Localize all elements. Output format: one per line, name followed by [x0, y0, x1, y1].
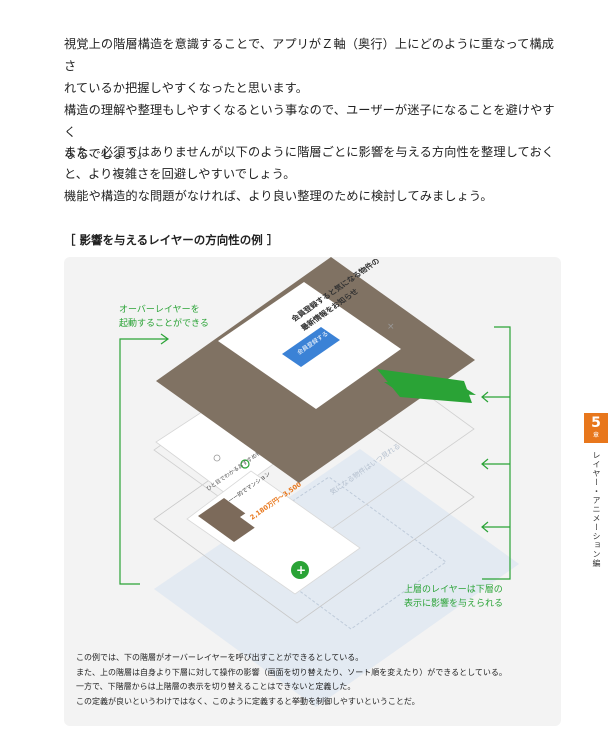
caption-line: また、上の階層は自身より下層に対して操作の影響（画面を切り替えたり、ソート順を変…: [76, 667, 507, 677]
text-line: 視覚上の階層構造を意識することで、アプリがＺ軸（奥行）上にどのように重なって構成…: [64, 37, 555, 73]
caption-line: この定義が良いというわけではなく、このように定義すると挙動を制御しやすいというこ…: [76, 696, 420, 706]
chapter-title: レイヤー・アニメーション編: [592, 451, 601, 568]
left-bracket: [119, 338, 167, 585]
note-bottom: 上層のレイヤーは下層の 表示に影響を与えられる: [404, 583, 503, 611]
figure-title: ［ 影響を与えるレイヤーの方向性の例 ］: [64, 233, 279, 247]
text-line: れているか把握しやすくなったと思います。: [64, 81, 309, 95]
note-line: オーバーレイヤーを: [119, 305, 200, 315]
note-line: 表示に影響を与えられる: [404, 599, 504, 609]
body-paragraph-2: また、必須ではありませんが以下のように階層ごとに影響を与える方向性を整理しておく…: [64, 141, 566, 207]
text-line: 構造の理解や整理もしやすくなるという事なので、ユーザーが迷子になることを避けやす…: [64, 103, 555, 139]
layer-direction-figure: 気になる物件はいつ見れる ひと目でわかるおすすめ物件 一ー的でマンション 2,1…: [64, 257, 561, 726]
chapter-tab: 5 章: [584, 413, 608, 443]
chapter-number: 5: [591, 415, 601, 431]
caption-line: この例では、下の階層がオーバーレイヤーを呼び出すことができるとしている。: [76, 653, 364, 662]
note-top: オーバーレイヤーを 起動することができる: [119, 303, 209, 331]
text-line: と、より複雑さを回避しやすいでしょう。: [64, 167, 296, 181]
text-line: 機能や構造的な問題がなければ、より良い整理のために検討してみましょう。: [64, 189, 493, 203]
close-icon: ×: [387, 322, 395, 332]
figure-caption: この例では、下の階層がオーバーレイヤーを呼び出すことができるとしている。 また、…: [76, 651, 556, 709]
add-icon: +: [296, 563, 306, 577]
caption-line: 一方で、下階層からは上階層の表示を切り替えることはできないと定義した。: [76, 682, 356, 691]
text-line: また、必須ではありませんが以下のように階層ごとに影響を与える方向性を整理しておく: [64, 145, 555, 159]
note-line: 上層のレイヤーは下層の: [404, 585, 503, 595]
chapter-unit: 章: [592, 432, 599, 439]
note-line: 起動することができる: [119, 319, 209, 329]
